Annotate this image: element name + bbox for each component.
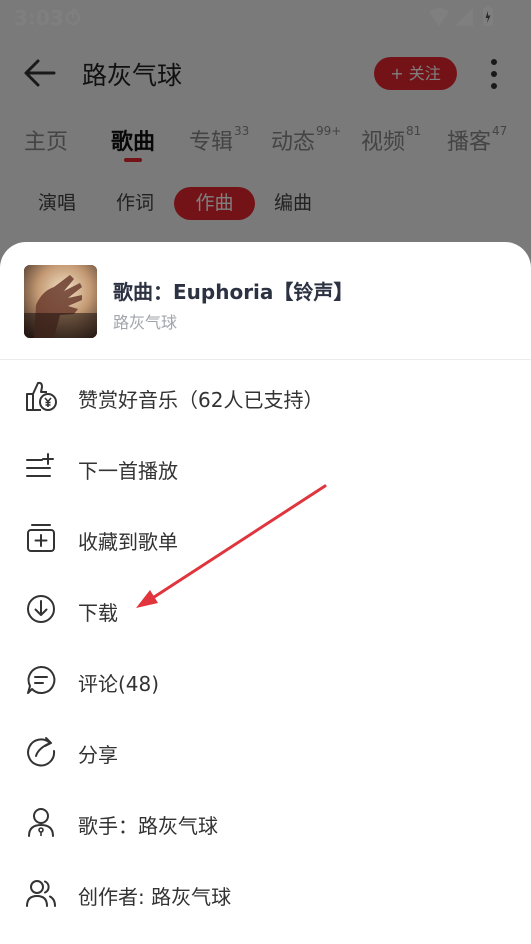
- menu-label-comment: 评论(48): [78, 672, 160, 696]
- download-icon: [27, 595, 55, 623]
- menu-label-singer: 歌手：路灰气球: [78, 814, 218, 838]
- menu-item-share[interactable]: 分享: [0, 717, 531, 788]
- menu-item-comment[interactable]: 评论(48): [0, 646, 531, 717]
- add-to-playlist-icon: [27, 524, 55, 552]
- comment-icon: [27, 665, 56, 694]
- menu-label-add-to-playlist: 收藏到歌单: [78, 530, 178, 554]
- menu-item-singer[interactable]: 歌手：路灰气球: [0, 788, 531, 859]
- song-options-sheet: 歌曲：Euphoria【铃声】 路灰气球 赞赏好音乐（62人已支持） 下一首播放: [0, 242, 531, 944]
- menu-label-share: 分享: [78, 743, 118, 767]
- song-cover-image: [24, 265, 97, 338]
- menu-item-add-to-playlist[interactable]: 收藏到歌单: [0, 504, 531, 575]
- song-header: 歌曲：Euphoria【铃声】 路灰气球: [0, 242, 531, 360]
- menu-item-reward[interactable]: 赞赏好音乐（62人已支持）: [0, 362, 531, 433]
- singer-icon: [28, 808, 54, 837]
- song-artist: 路灰气球: [113, 313, 178, 332]
- menu-label-creators: 创作者: 路灰气球: [78, 885, 232, 909]
- song-options-menu: 赞赏好音乐（62人已支持） 下一首播放 收藏到歌单 下载 评论(48) 分享 歌…: [0, 362, 531, 930]
- menu-item-play-next[interactable]: 下一首播放: [0, 433, 531, 504]
- menu-item-download[interactable]: 下载: [0, 575, 531, 646]
- thumbs-up-yuan-icon: [26, 381, 57, 411]
- song-title: 歌曲：Euphoria【铃声】: [113, 280, 354, 304]
- menu-item-creators[interactable]: 创作者: 路灰气球: [0, 859, 531, 930]
- play-next-icon: [26, 453, 54, 477]
- share-icon: [27, 737, 56, 767]
- menu-label-play-next: 下一首播放: [78, 459, 178, 483]
- menu-label-reward: 赞赏好音乐（62人已支持）: [78, 388, 324, 412]
- creators-icon: [26, 880, 56, 907]
- menu-label-download: 下载: [78, 601, 118, 625]
